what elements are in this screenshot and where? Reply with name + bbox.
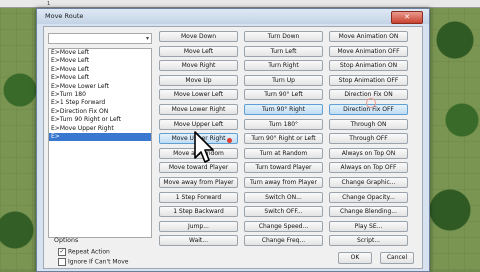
command-button-through-off[interactable]: Through OFF [329, 133, 408, 145]
list-item[interactable]: E>Turn 90 Right or Left [49, 116, 151, 124]
command-button-move-lower-left[interactable]: Move Lower Left [159, 89, 238, 101]
command-button-1-step-backward[interactable]: 1 Step Backward [159, 206, 238, 218]
command-button-wait[interactable]: Wait... [159, 235, 238, 247]
command-button-change-graphic[interactable]: Change Graphic... [329, 177, 408, 188]
command-button-move-away-from-player[interactable]: Move away from Player [159, 177, 238, 188]
map-ruler: 1 [0, 0, 480, 8]
dialog-client: ▾ E>Move Left E>Move Left E>Move Left E>Mov… [43, 26, 423, 269]
command-button-turn-right[interactable]: Turn Right [244, 60, 323, 72]
move-route-dialog: Move Route ✕ ▾ E>Move Left E>Move Left E>M… [36, 8, 430, 272]
character-select[interactable]: ▾ [48, 33, 152, 44]
command-button-change-freq[interactable]: Change Freq... [244, 235, 323, 247]
command-button-turn-left[interactable]: Turn Left [244, 45, 323, 57]
command-button-move-down[interactable]: Move Down [159, 31, 238, 42]
command-button-through-on[interactable]: Through ON [329, 118, 408, 130]
command-button-stop-animation-on[interactable]: Stop Animation ON [329, 60, 408, 72]
click-ring [366, 98, 376, 108]
command-button-turn-toward-player[interactable]: Turn toward Player [244, 162, 323, 174]
cancel-button[interactable]: Cancel [380, 252, 414, 264]
command-button-turn-at-random[interactable]: Turn at Random [244, 147, 323, 159]
ignore-cant-move-checkbox[interactable]: Ignore If Can't Move [58, 258, 128, 266]
command-button-1-step-forward[interactable]: 1 Step Forward [159, 191, 238, 203]
checkbox-icon[interactable]: ✓ [58, 248, 66, 256]
ok-button[interactable]: OK [338, 252, 372, 264]
chevron-down-icon[interactable]: ▾ [146, 35, 149, 42]
repeat-action-checkbox[interactable]: ✓ Repeat Action [58, 248, 110, 256]
command-button-change-speed[interactable]: Change Speed... [244, 220, 323, 232]
command-button-turn-90-right-or-left[interactable]: Turn 90° Right or Left [244, 133, 323, 145]
command-button-turn-90-right[interactable]: Turn 90° Right [244, 104, 323, 115]
close-button[interactable]: ✕ [391, 11, 423, 24]
command-button-move-up[interactable]: Move Up [159, 74, 238, 86]
command-button-stop-animation-off[interactable]: Stop Animation OFF [329, 74, 408, 86]
command-button-move-upper-left[interactable]: Move Upper Left [159, 118, 238, 130]
command-button-jump[interactable]: Jump... [159, 220, 238, 232]
list-item[interactable]: E>Move Left [49, 49, 151, 57]
command-list[interactable]: E>Move Left E>Move Left E>Move Left E>Move … [48, 48, 152, 238]
command-button-turn-up[interactable]: Turn Up [244, 74, 323, 86]
window-title: Move Route [37, 9, 429, 24]
command-button-switch-on[interactable]: Switch ON... [244, 191, 323, 203]
command-button-move-animation-on[interactable]: Move Animation ON [329, 31, 408, 42]
command-button-move-left[interactable]: Move Left [159, 45, 238, 57]
list-item[interactable]: E>Direction Fix ON [49, 108, 151, 116]
mouse-pointer-icon [194, 131, 214, 163]
command-button-turn-down[interactable]: Turn Down [244, 31, 323, 42]
list-item[interactable]: E>Turn 180 [49, 91, 151, 99]
list-item[interactable]: E>Move Left [49, 74, 151, 82]
command-button-switch-off[interactable]: Switch OFF... [244, 206, 323, 218]
list-item[interactable]: E>1 Step Forward [49, 99, 151, 107]
command-button-change-opacity[interactable]: Change Opacity... [329, 191, 408, 203]
command-button-move-right[interactable]: Move Right [159, 60, 238, 72]
command-button-move-lower-right[interactable]: Move Lower Right [159, 104, 238, 115]
list-item[interactable]: E>Move Upper Right [49, 125, 151, 133]
options-label: Options [54, 237, 79, 244]
list-item[interactable]: E>Move Left [49, 66, 151, 74]
command-button-move-animation-off[interactable]: Move Animation OFF [329, 45, 408, 57]
list-item[interactable]: E>Move Left [49, 57, 151, 65]
list-item[interactable]: E> [49, 132, 151, 142]
command-button-script[interactable]: Script... [329, 235, 408, 247]
command-button-always-on-top-off[interactable]: Always on Top OFF [329, 162, 408, 174]
command-button-turn-180[interactable]: Turn 180° [244, 118, 323, 130]
command-button-change-blending[interactable]: Change Blending... [329, 206, 408, 218]
list-item[interactable]: E>Move Lower Left [49, 83, 151, 91]
command-button-turn-90-left[interactable]: Turn 90° Left [244, 89, 323, 101]
command-button-always-on-top-on[interactable]: Always on Top ON [329, 147, 408, 159]
command-button-turn-away-from-player[interactable]: Turn away from Player [244, 177, 323, 188]
command-button-play-se[interactable]: Play SE... [329, 220, 408, 232]
click-marker [227, 138, 232, 143]
checkbox-icon[interactable] [58, 258, 66, 266]
